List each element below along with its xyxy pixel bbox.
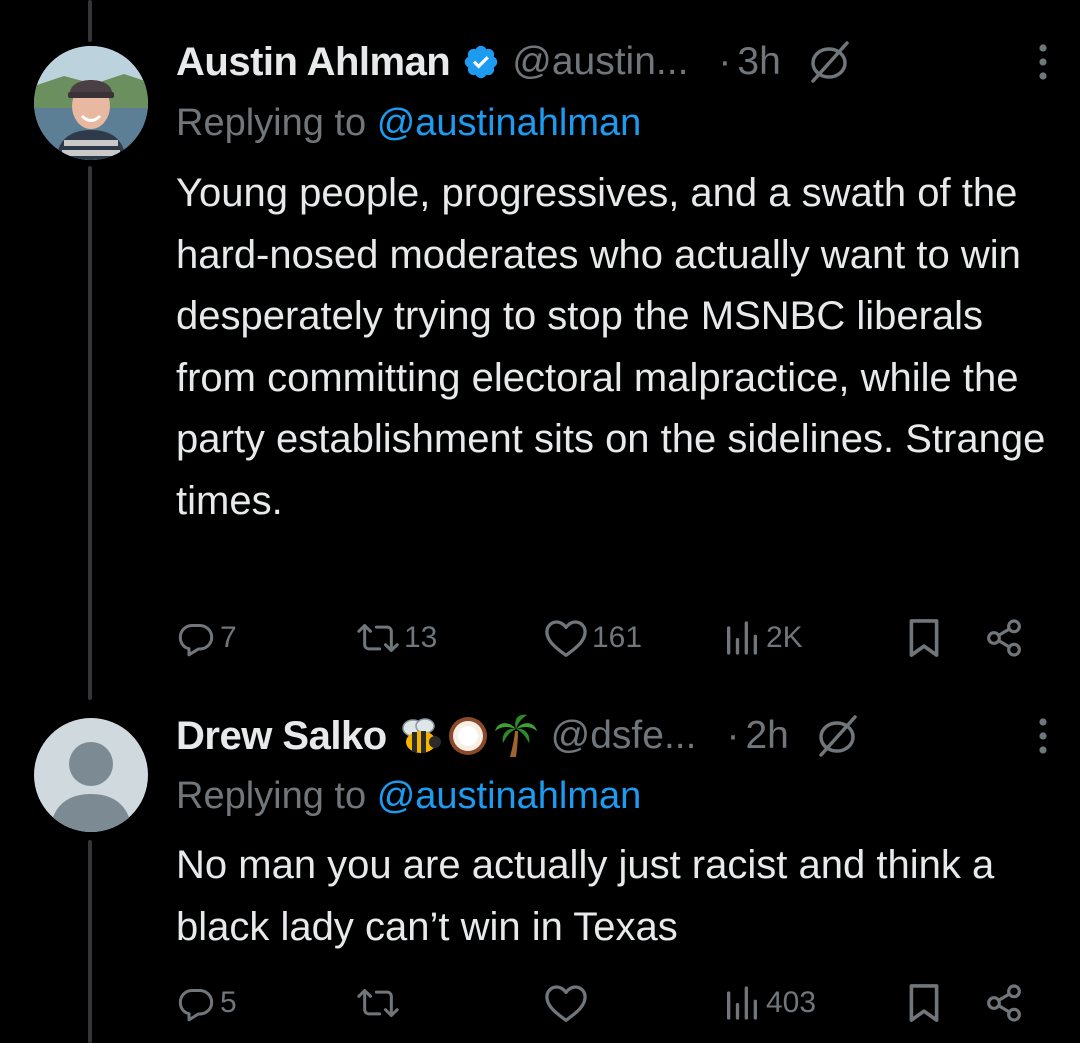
replying-to-label: Replying to	[176, 775, 367, 817]
separator-dot: ·	[726, 714, 740, 757]
thread-line-top	[88, 0, 92, 42]
repost-icon	[357, 989, 399, 1017]
verified-badge-icon	[462, 43, 500, 81]
views-button[interactable]: 2K	[722, 613, 803, 663]
repost-button[interactable]: 13	[356, 613, 437, 663]
avatar[interactable]	[34, 718, 148, 832]
share-button[interactable]	[984, 978, 1024, 1028]
repost-count: 13	[404, 621, 438, 654]
default-avatar-icon	[34, 718, 148, 832]
reply-icon	[178, 624, 214, 657]
separator-dot: ·	[718, 40, 732, 83]
author-name[interactable]: Drew Salko	[176, 714, 387, 759]
views-icon	[727, 621, 757, 655]
replying-to-line: Replying to @austinahlman	[176, 775, 641, 818]
author-handle[interactable]: @dsfe...	[551, 714, 697, 758]
views-button[interactable]: 403	[722, 978, 816, 1028]
share-icon	[987, 619, 1021, 657]
thread-line-connector	[88, 166, 92, 700]
reply-button[interactable]: 5	[176, 978, 237, 1028]
timestamp[interactable]: 3h	[737, 40, 780, 84]
tweet-text: No man you are actually just racist and …	[176, 843, 995, 949]
views-icon	[727, 986, 757, 1020]
coconut-emoji-icon	[448, 717, 487, 755]
share-icon	[987, 984, 1021, 1022]
like-button[interactable]	[544, 978, 592, 1028]
bee-emoji-icon	[401, 718, 441, 753]
bookmark-icon	[909, 619, 939, 657]
avatar[interactable]	[34, 46, 148, 160]
replying-to-line: Replying to @austinahlman	[176, 102, 641, 145]
reply-icon	[178, 989, 214, 1022]
avatar-photo	[34, 46, 148, 160]
bookmark-button[interactable]	[906, 978, 942, 1028]
reply-button[interactable]: 7	[176, 613, 237, 663]
more-options-icon[interactable]	[1036, 716, 1050, 756]
tweet-text: Young people, progressives, and a swath …	[176, 171, 1046, 523]
view-count: 2K	[766, 621, 803, 654]
timestamp[interactable]: 2h	[745, 714, 788, 758]
author-handle[interactable]: @austin...	[512, 40, 688, 84]
action-bar: 7 13 161 2K	[176, 613, 1050, 663]
share-button[interactable]	[984, 613, 1024, 663]
reply-count: 5	[220, 986, 237, 1019]
heart-icon	[545, 985, 587, 1022]
replying-to-mention[interactable]: @austinahlman	[377, 775, 642, 817]
replying-to-mention[interactable]: @austinahlman	[377, 102, 642, 144]
action-bar: 5 403	[176, 978, 1050, 1028]
name-emojis	[395, 713, 539, 759]
thread-line-bottom	[88, 840, 92, 1043]
no-link-icon	[813, 713, 863, 759]
palm-tree-emoji-icon	[494, 714, 537, 757]
reply-count: 7	[220, 621, 237, 654]
no-link-icon	[805, 39, 855, 85]
like-count: 161	[592, 621, 643, 654]
bookmark-icon	[909, 984, 939, 1022]
more-options-icon[interactable]	[1036, 42, 1050, 82]
repost-button[interactable]	[356, 978, 404, 1028]
view-count: 403	[766, 986, 817, 1019]
bookmark-button[interactable]	[906, 613, 942, 663]
like-button[interactable]: 161	[544, 613, 642, 663]
repost-icon	[357, 624, 399, 652]
replying-to-label: Replying to	[176, 102, 367, 144]
heart-icon	[545, 620, 587, 657]
author-name[interactable]: Austin Ahlman	[176, 40, 451, 85]
